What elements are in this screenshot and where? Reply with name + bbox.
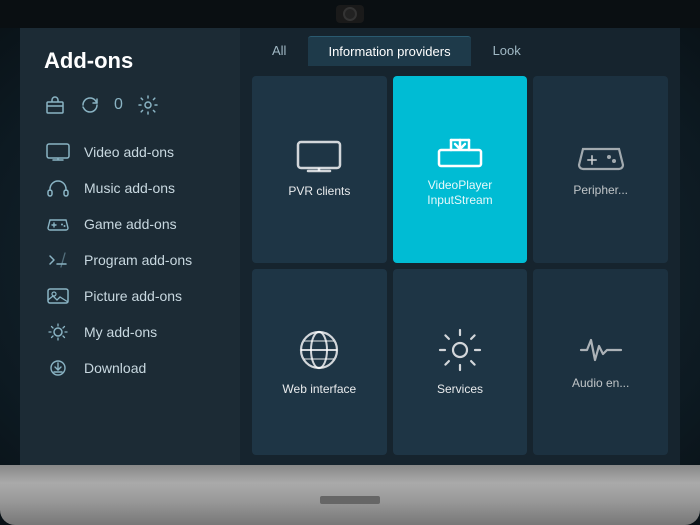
toolbar-badge: 0 <box>114 96 123 114</box>
download-icon <box>44 358 72 378</box>
tv-icon <box>44 142 72 162</box>
tile-web[interactable]: Web interface <box>252 269 387 456</box>
sidebar-item-music[interactable]: Music add-ons <box>40 170 240 206</box>
tile-pvr[interactable]: PVR clients <box>252 76 387 263</box>
tv-tile-icon <box>294 138 344 176</box>
sidebar-item-my-addons[interactable]: My add-ons <box>40 314 240 350</box>
tile-videoplayer[interactable]: VideoPlayer InputStream <box>393 76 528 263</box>
headphones-icon <box>44 178 72 198</box>
refresh-icon[interactable] <box>80 95 100 115</box>
sidebar: Add-ons 0 <box>20 28 240 465</box>
tabs: All Information providers Look <box>240 28 680 66</box>
sidebar-item-game-label: Game add-ons <box>84 216 177 232</box>
sidebar-item-picture-label: Picture add-ons <box>84 288 182 304</box>
sidebar-item-video[interactable]: Video add-ons <box>40 134 240 170</box>
tile-services[interactable]: Services <box>393 269 528 456</box>
star-icon <box>44 322 72 342</box>
tile-services-label: Services <box>431 382 489 398</box>
download-tile-icon <box>435 130 485 170</box>
gear-tile-icon <box>436 326 484 374</box>
tab-all[interactable]: All <box>252 36 306 66</box>
sidebar-item-download[interactable]: Download <box>40 350 240 386</box>
tile-audio[interactable]: Audio en... <box>533 269 668 456</box>
picture-icon <box>44 286 72 306</box>
sidebar-toolbar: 0 <box>40 94 240 116</box>
settings-icon[interactable] <box>137 94 159 116</box>
sidebar-item-download-label: Download <box>84 360 146 376</box>
tile-audio-label: Audio en... <box>566 376 635 392</box>
screen: Add-ons 0 <box>20 28 680 465</box>
sidebar-nav: Video add-ons Music add-ons <box>40 134 240 386</box>
tile-web-label: Web interface <box>276 382 362 398</box>
monitor-bezel-bottom <box>0 465 700 525</box>
tile-peripheral[interactable]: Peripher... <box>533 76 668 263</box>
sidebar-item-video-label: Video add-ons <box>84 144 174 160</box>
tile-peripheral-label: Peripher... <box>567 183 634 199</box>
content-area: All Information providers Look PVR clien… <box>240 28 680 465</box>
sidebar-item-game[interactable]: Game add-ons <box>40 206 240 242</box>
tab-info[interactable]: Information providers <box>308 36 470 66</box>
tile-videoplayer-label: VideoPlayer InputStream <box>421 178 498 209</box>
sidebar-item-picture[interactable]: Picture add-ons <box>40 278 240 314</box>
sidebar-title: Add-ons <box>40 48 240 74</box>
tile-pvr-label: PVR clients <box>282 184 356 200</box>
webcam <box>336 5 364 23</box>
addon-grid: PVR clients VideoPlayer InputStream <box>240 66 680 465</box>
sidebar-item-program[interactable]: Program add-ons <box>40 242 240 278</box>
sidebar-item-program-label: Program add-ons <box>84 252 192 268</box>
gamepad-icon <box>44 214 72 234</box>
package-icon[interactable] <box>44 94 66 116</box>
webcam-bar <box>0 0 700 28</box>
sidebar-item-my-addons-label: My add-ons <box>84 324 157 340</box>
wave-tile-icon <box>577 332 625 368</box>
gamepad-tile-icon <box>577 139 625 175</box>
monitor-stand <box>320 496 380 504</box>
program-icon <box>44 250 72 270</box>
globe-tile-icon <box>295 326 343 374</box>
tab-look[interactable]: Look <box>473 36 541 66</box>
sidebar-item-music-label: Music add-ons <box>84 180 175 196</box>
